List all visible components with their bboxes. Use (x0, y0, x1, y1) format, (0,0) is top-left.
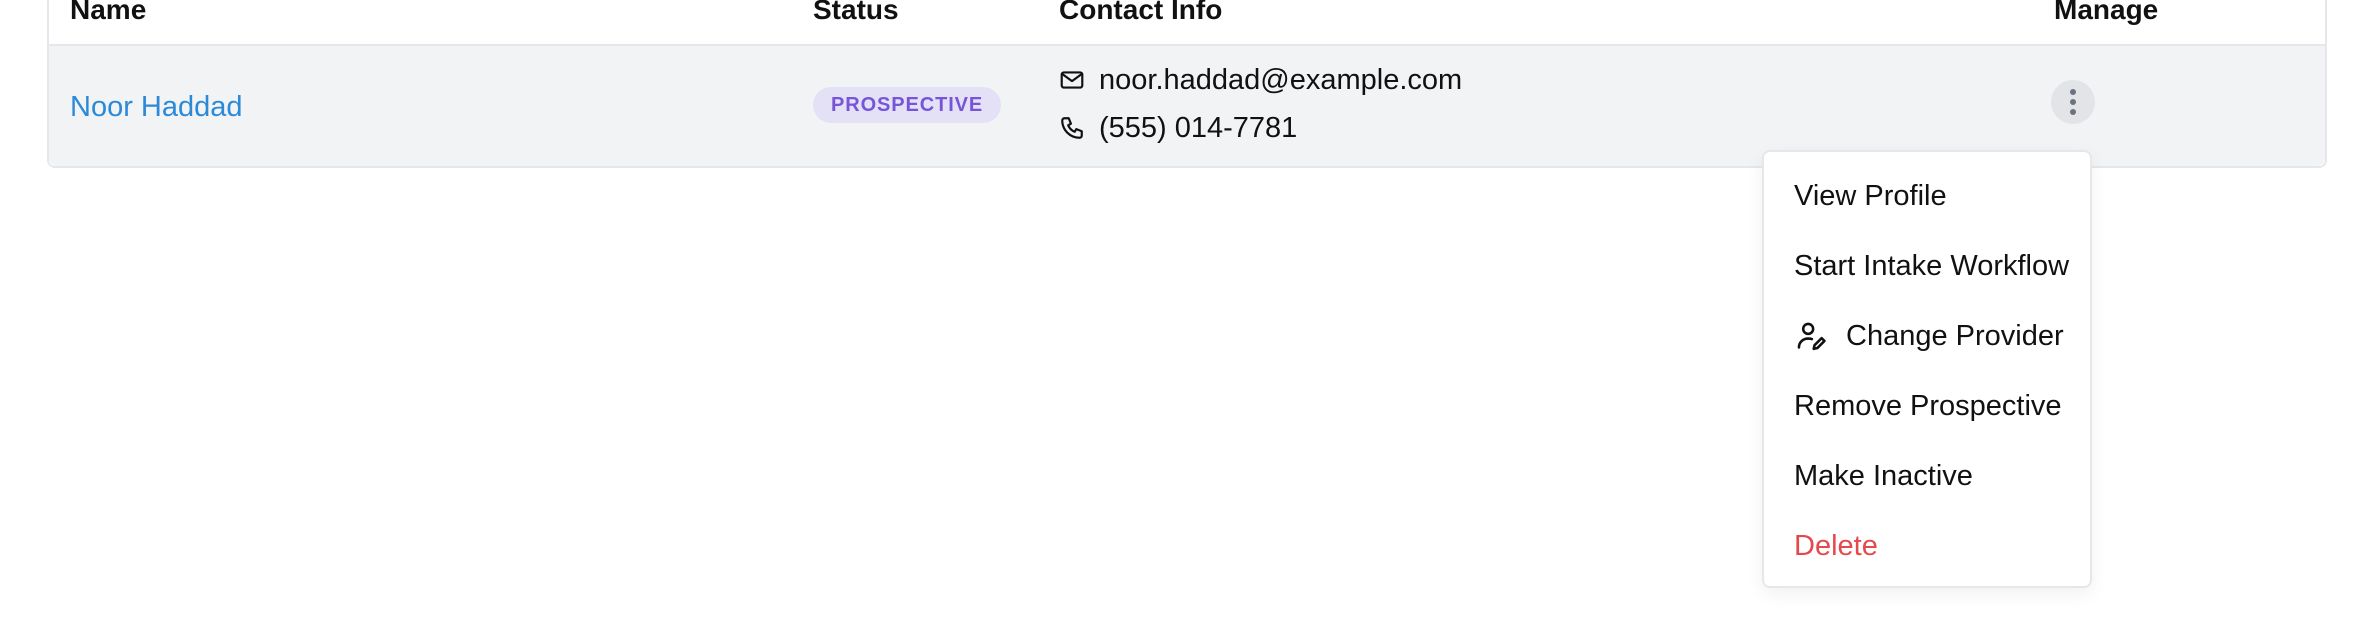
menu-item-remove-prospective[interactable]: Remove Prospective (1794, 386, 2062, 426)
column-header-contact: Contact Info (1059, 0, 1223, 25)
phone-icon (1059, 115, 1085, 141)
menu-item-label: Start Intake Workflow (1794, 250, 2070, 282)
menu-item-label: View Profile (1794, 180, 1947, 212)
more-vertical-icon (2070, 89, 2076, 95)
email-text[interactable]: noor.haddad@example.com (1099, 64, 1462, 96)
column-header-name: Name (70, 0, 147, 25)
menu-item-make-inactive[interactable]: Make Inactive (1794, 456, 1973, 496)
column-header-manage: Manage (2054, 0, 2159, 25)
contact-phone: (555) 014-7781 (1059, 112, 1297, 144)
menu-item-label: Delete (1794, 530, 1878, 562)
phone-text[interactable]: (555) 014-7781 (1099, 112, 1297, 144)
menu-item-label: Make Inactive (1794, 460, 1973, 492)
clients-table: Name Status Contact Info Manage Noor Had… (47, 0, 2327, 168)
column-header-status: Status (813, 0, 899, 25)
menu-item-delete[interactable]: Delete (1794, 526, 1878, 566)
menu-item-start-intake-workflow[interactable]: Start Intake Workflow (1794, 246, 2069, 286)
menu-item-label: Remove Prospective (1794, 390, 2062, 422)
more-vertical-icon-dot (2070, 99, 2076, 105)
client-name-link[interactable]: Noor Haddad (70, 91, 243, 123)
table-row: Noor Haddad PROSPECTIVE noor.haddad@exam… (49, 46, 2325, 166)
status-badge: PROSPECTIVE (813, 87, 1002, 123)
row-actions-button[interactable] (2051, 80, 2095, 124)
user-edit-icon (1794, 319, 1828, 353)
more-vertical-icon-dot (2070, 109, 2076, 115)
row-actions-menu: View Profile Start Intake Workflow Chang… (1762, 150, 2092, 588)
menu-item-change-provider[interactable]: Change Provider (1794, 316, 2064, 356)
mail-icon (1059, 67, 1085, 93)
menu-item-label: Change Provider (1846, 320, 2064, 352)
menu-item-view-profile[interactable]: View Profile (1794, 176, 1947, 216)
contact-email: noor.haddad@example.com (1059, 64, 1462, 96)
